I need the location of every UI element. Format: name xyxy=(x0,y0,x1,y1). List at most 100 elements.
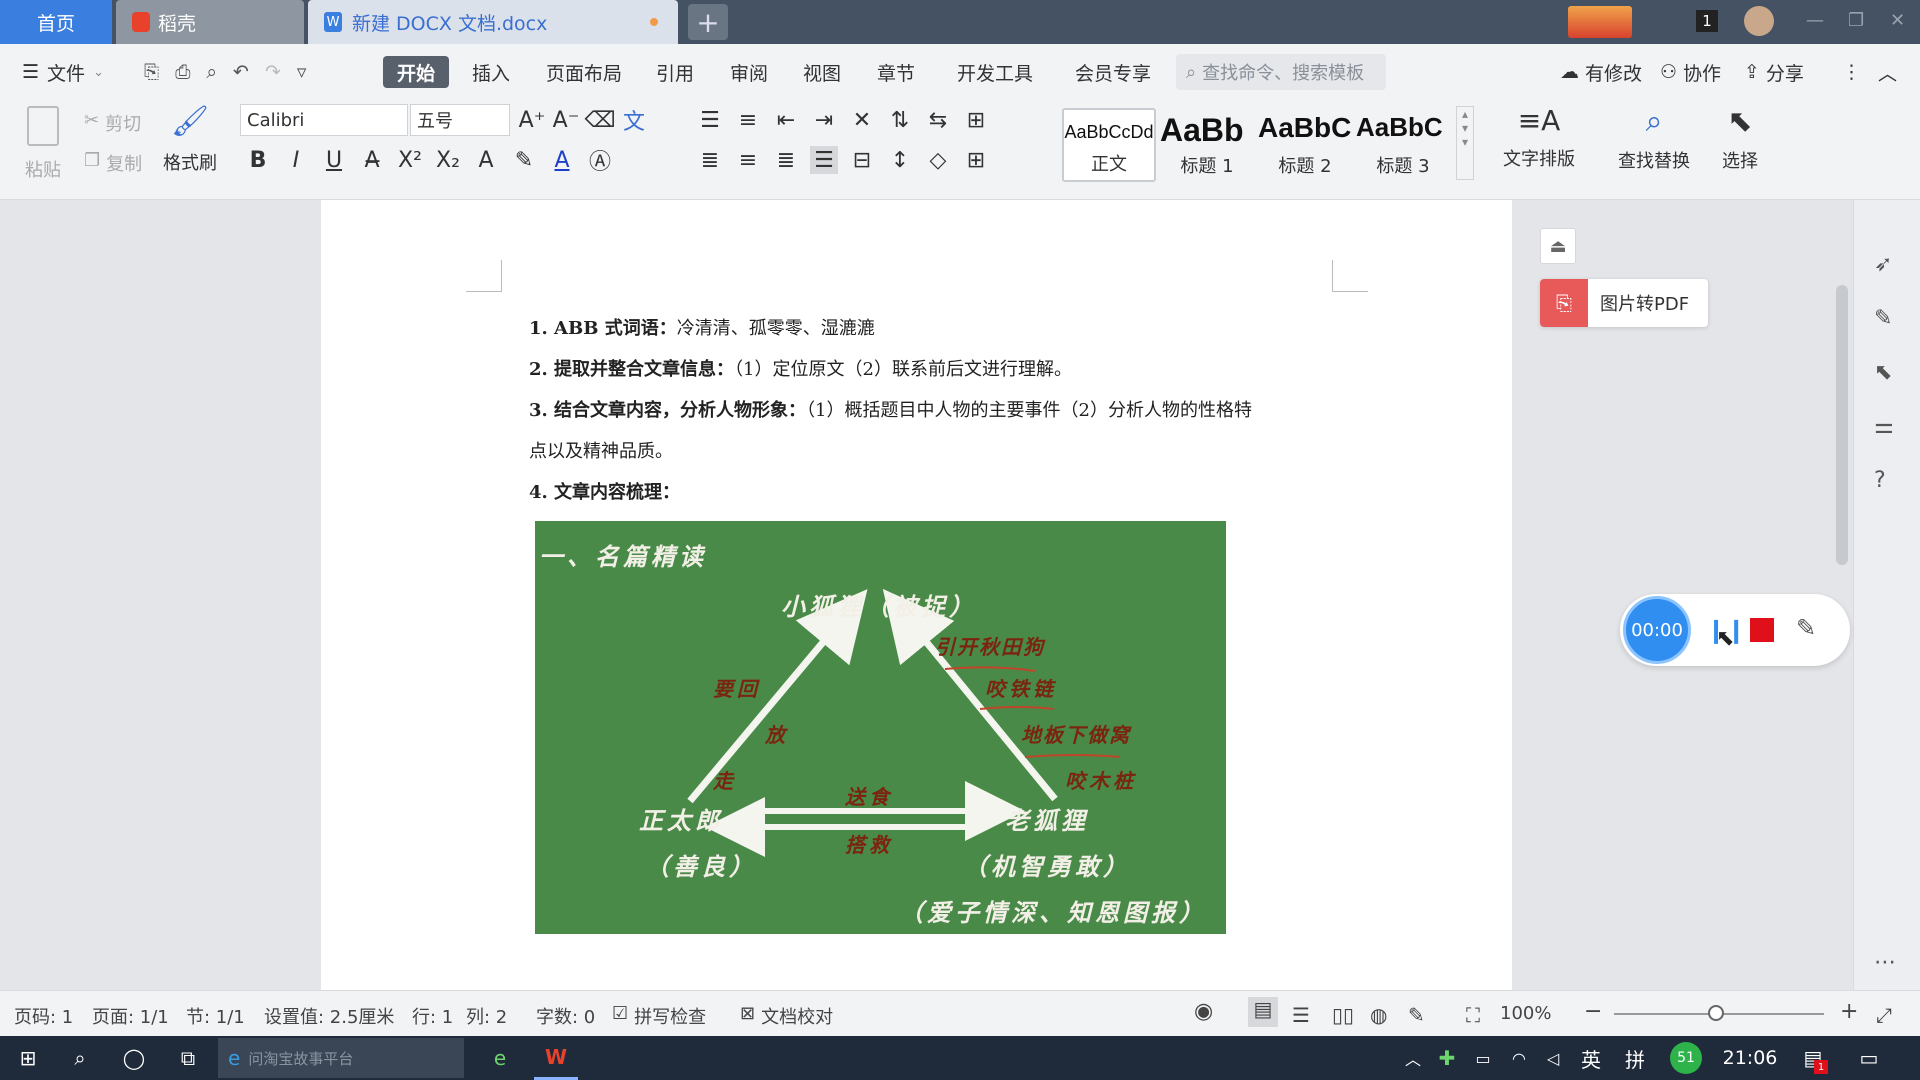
status-setting[interactable]: 设置值: 2.5厘米 xyxy=(264,1003,394,1029)
new-tab-button[interactable]: + xyxy=(688,4,728,40)
style-heading3[interactable]: AaBbC 标题 3 xyxy=(1356,108,1450,182)
help-icon[interactable]: ? xyxy=(1874,468,1886,493)
cortana-icon[interactable]: ◯ xyxy=(114,1036,154,1080)
scrollbar-thumb[interactable] xyxy=(1836,285,1848,565)
menu-start[interactable]: 开始 xyxy=(383,56,449,88)
menu-reference[interactable]: 引用 xyxy=(656,57,694,87)
zoom-level[interactable]: 100% xyxy=(1500,1003,1551,1024)
menu-developer[interactable]: 开发工具 xyxy=(957,57,1033,87)
settings-sliders-icon[interactable]: ⚌ xyxy=(1874,414,1894,439)
show-marks-icon[interactable]: ⊞ xyxy=(962,106,990,134)
superscript-icon[interactable]: X² xyxy=(396,146,424,174)
style-normal[interactable]: AaBbCcDd 正文 xyxy=(1062,108,1156,182)
style-heading2[interactable]: AaBbC 标题 2 xyxy=(1258,108,1352,182)
clear-format-icon[interactable]: ⌫ xyxy=(584,106,615,134)
pointer-icon[interactable]: ⬉ xyxy=(1874,360,1892,385)
promo-books-icon[interactable] xyxy=(1568,6,1632,38)
font-name-select[interactable]: Calibri xyxy=(240,104,408,136)
cut-button[interactable]: ✂ 剪切 xyxy=(84,110,141,136)
borders-icon[interactable]: ⊞ xyxy=(962,146,990,174)
spell-check-button[interactable]: ☑ 拼写检查 xyxy=(612,1003,706,1029)
copy-button[interactable]: ❐ 复制 xyxy=(84,150,142,176)
more-icon[interactable]: ⋯ xyxy=(1874,950,1896,975)
distribute-icon[interactable]: ⊟ xyxy=(848,146,876,174)
text-layout-button[interactable]: ≡A 文字排版 xyxy=(1494,104,1584,171)
modified-button[interactable]: ☁ 有修改 xyxy=(1560,57,1642,87)
volume-icon[interactable]: ◁ xyxy=(1538,1036,1568,1080)
web-view-icon[interactable]: ◍ xyxy=(1370,1003,1387,1027)
zoom-out-icon[interactable]: − xyxy=(1584,999,1602,1024)
line-spacing-icon[interactable]: ↕ xyxy=(886,146,914,174)
status-page-number[interactable]: 页码: 1 xyxy=(14,1003,73,1029)
eye-protect-icon[interactable]: ◉ xyxy=(1194,999,1213,1024)
pen-icon[interactable]: ✎ xyxy=(1874,306,1892,331)
zoom-slider-handle[interactable] xyxy=(1708,1005,1724,1021)
search-icon[interactable]: ⌕ xyxy=(60,1036,100,1080)
wifi-icon[interactable]: ◠ xyxy=(1504,1036,1534,1080)
text-direction-icon[interactable]: ⇆ xyxy=(924,106,952,134)
rocket-icon[interactable]: ➶ xyxy=(1874,252,1892,277)
fit-page-icon[interactable]: ⛶ xyxy=(1466,1003,1480,1027)
print-icon[interactable]: ⎙ xyxy=(175,61,190,83)
align-left-icon[interactable]: ≣ xyxy=(696,146,724,174)
style-heading1[interactable]: AaBb 标题 1 xyxy=(1160,108,1254,182)
tab-home[interactable]: 首页 xyxy=(0,0,112,44)
page-view-icon[interactable]: ▤ xyxy=(1248,997,1278,1027)
collapse-ribbon-icon[interactable]: ︿ xyxy=(1878,57,1897,87)
redo-icon[interactable]: ↷ xyxy=(265,61,281,83)
status-pages[interactable]: 页面: 1/1 xyxy=(92,1003,169,1029)
strikethrough-icon[interactable]: A̶ xyxy=(358,146,386,174)
grow-font-icon[interactable]: A⁺ xyxy=(518,106,546,134)
ie-browser-icon[interactable]: e xyxy=(480,1036,520,1080)
asian-layout-icon[interactable]: ✕ xyxy=(848,106,876,134)
clock[interactable]: 21:06 xyxy=(1718,1036,1782,1080)
tray-app-icon[interactable]: ✚ xyxy=(1432,1036,1462,1080)
wps-app-icon[interactable]: W xyxy=(534,1036,578,1080)
status-section[interactable]: 节: 1/1 xyxy=(186,1003,245,1029)
paste-button[interactable]: 粘贴 xyxy=(18,104,68,194)
customize-icon[interactable]: ▿ xyxy=(297,61,307,83)
pencil-icon[interactable]: ✎ xyxy=(1796,614,1816,642)
more-options-icon[interactable]: ⋮ xyxy=(1842,57,1861,87)
print-preview-icon[interactable]: ⌕ xyxy=(206,61,217,83)
chalkboard-image[interactable]: 一、名篇精读 小狐狸（被捉） 正太郎 （善良） 老狐狸 （机智勇敢） （爱子情深… xyxy=(535,521,1226,934)
file-menu[interactable]: ☰ 文件 ⌄ xyxy=(22,57,104,87)
close-icon[interactable]: ✕ xyxy=(1890,10,1905,31)
share-button[interactable]: ⇪ 分享 xyxy=(1744,57,1804,87)
menu-review[interactable]: 审阅 xyxy=(730,57,768,87)
sort-icon[interactable]: ⇅ xyxy=(886,106,914,134)
image-to-pdf-button[interactable]: ⎘ 图片转PDF xyxy=(1540,279,1708,327)
outline-view-icon[interactable]: ☰ xyxy=(1292,1003,1310,1027)
font-color-icon[interactable]: A xyxy=(548,146,576,174)
save-icon[interactable]: ⎘ xyxy=(144,61,159,83)
task-view-icon[interactable]: ⧉ xyxy=(168,1036,208,1080)
ime-language[interactable]: 英 xyxy=(1574,1036,1608,1080)
align-right-icon[interactable]: ≣ xyxy=(772,146,800,174)
battery-icon[interactable]: ▭ xyxy=(1468,1036,1498,1080)
select-button[interactable]: ⬉ 选择 xyxy=(1710,104,1770,173)
menu-chapter[interactable]: 章节 xyxy=(877,57,915,87)
undo-icon[interactable]: ↶ xyxy=(233,61,249,83)
font-size-select[interactable]: 五号 xyxy=(410,104,510,136)
outdent-icon[interactable]: ⇤ xyxy=(772,106,800,134)
menu-view[interactable]: 视图 xyxy=(803,57,841,87)
bullet-list-icon[interactable]: ☰ xyxy=(696,106,724,134)
eject-icon[interactable]: ⏏ xyxy=(1540,228,1576,264)
status-word-count[interactable]: 字数: 0 xyxy=(536,1003,595,1029)
phonetic-icon[interactable]: 文 xyxy=(620,106,648,135)
indent-icon[interactable]: ⇥ xyxy=(810,106,838,134)
text-effect-icon[interactable]: A xyxy=(472,146,500,174)
styles-scroll[interactable]: ▴ ▾ ▾ xyxy=(1456,106,1474,180)
zoom-in-icon[interactable]: + xyxy=(1840,999,1858,1024)
justify-icon[interactable]: ☰ xyxy=(810,146,838,174)
action-center-icon[interactable]: ▭ xyxy=(1852,1036,1886,1080)
highlight-icon[interactable]: ✎ xyxy=(510,146,538,174)
find-replace-button[interactable]: ⌕ 查找替换 xyxy=(1604,104,1704,173)
command-search-input[interactable]: ⌕ 查找命令、搜索模板 xyxy=(1176,54,1386,90)
recording-timer[interactable]: 00:00 xyxy=(1623,596,1691,664)
menu-insert[interactable]: 插入 xyxy=(472,57,510,87)
ime-mode[interactable]: 拼 xyxy=(1618,1036,1652,1080)
char-border-icon[interactable]: Ⓐ xyxy=(586,146,614,175)
numbered-list-icon[interactable]: ≡ xyxy=(734,106,762,134)
minimize-icon[interactable]: — xyxy=(1806,10,1824,31)
